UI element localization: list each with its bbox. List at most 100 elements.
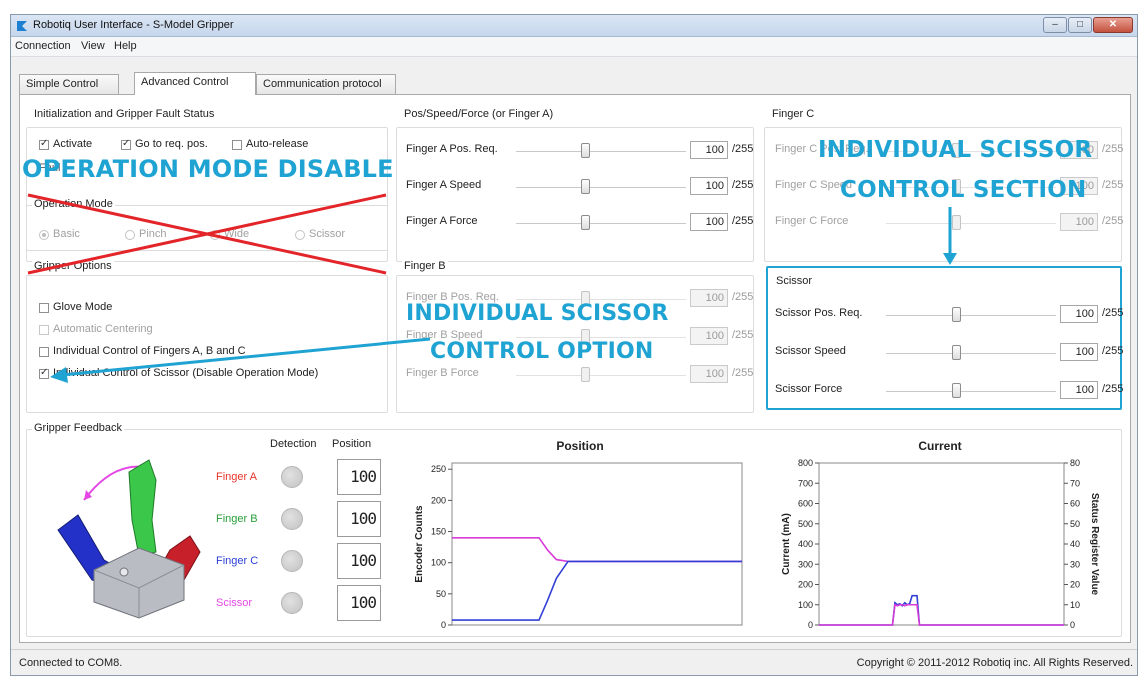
maximize-button[interactable]: □ (1068, 17, 1092, 33)
finger-a-speed-spinbox[interactable]: 100 (690, 177, 728, 195)
finger-a-pos-track (516, 151, 686, 152)
finger-a-force-track (516, 223, 686, 224)
finger-c-position-display: 100 (337, 543, 381, 579)
scissor-force-max: /255 (1102, 383, 1124, 395)
detection-column-header: Detection (270, 438, 317, 450)
menu-view[interactable]: View (81, 40, 105, 52)
current-chart-y2tick-label: 0 (1070, 620, 1075, 630)
finger-a-pos-max: /255 (732, 143, 754, 155)
current-chart-ytick-label: 100 (798, 600, 813, 610)
current-chart-ytick-label: 300 (798, 559, 813, 569)
scissor-position-display: 100 (337, 585, 381, 621)
finger-b-position-display: 100 (337, 501, 381, 537)
option-arrow-head (50, 367, 68, 383)
tab-simple-control[interactable]: Simple Control (19, 74, 119, 94)
current-chart-y2tick-label: 30 (1070, 559, 1080, 569)
section-arrow-head (943, 253, 957, 265)
finger-c-pos-max: /255 (1102, 143, 1124, 155)
finger-b-feedback-label: Finger B (216, 513, 258, 525)
palm-screw (119, 567, 129, 577)
scissor-pos-spinbox[interactable]: 100 (1060, 305, 1098, 323)
scissor-speed-track (886, 353, 1056, 354)
scissor-speed-slider[interactable] (952, 345, 961, 360)
current-chart-y2tick-label: 60 (1070, 499, 1080, 509)
position-chart-ytick-label: 0 (441, 620, 446, 630)
close-button[interactable]: ✕ (1093, 17, 1133, 33)
finger-a-force-slider[interactable] (581, 215, 590, 230)
current-chart: 0 100 200 300 400 500 600 700 800 0 10 20 30 40 50 60 70… (781, 458, 1100, 630)
app-window: Robotiq User Interface - S-Model Gripper… (10, 14, 1138, 676)
position-column-header: Position (332, 438, 372, 450)
tab-communication-protocol[interactable]: Communication protocol (256, 74, 396, 94)
current-chart-y2-axis-label: Status Register Value (1089, 493, 1100, 596)
scissor-section-annotation-line1: INDIVIDUAL SCISSOR (818, 137, 1093, 163)
scissor-pos-label: Scissor Pos. Req. (775, 307, 863, 319)
scissor-option-arrow (50, 337, 431, 383)
finger-b-pos-spinbox[interactable]: 100 (690, 289, 728, 307)
scissor-force-slider[interactable] (952, 383, 961, 398)
finger-a-pos-spinbox[interactable]: 100 (690, 141, 728, 159)
finger-c-speed-max: /255 (1102, 179, 1124, 191)
finger-a-speed-label: Finger A Speed (406, 179, 482, 191)
finger-b-force-max: /255 (732, 367, 754, 379)
scissor-pos-slider[interactable] (952, 307, 961, 322)
current-chart-ytick-label: 400 (798, 539, 813, 549)
current-chart-y2tick-label: 80 (1070, 458, 1080, 468)
current-chart-ytick-label: 0 (808, 620, 813, 630)
position-chart-plot-area (451, 462, 743, 626)
finger-a-position-display: 100 (337, 459, 381, 495)
finger-a-force-spinbox[interactable]: 100 (690, 213, 728, 231)
scissor-detection-led (281, 592, 303, 614)
finger-a-pos-slider[interactable] (581, 143, 590, 158)
finger-c-detection-led (281, 550, 303, 572)
menu-connection[interactable]: Connection (15, 40, 71, 52)
current-chart-y2tick-label: 20 (1070, 580, 1080, 590)
current-chart-y2tick-label: 50 (1070, 519, 1080, 529)
current-chart-ytick-label: 500 (798, 519, 813, 529)
position-chart-title: Position (556, 439, 604, 453)
scissor-speed-spinbox[interactable]: 100 (1060, 343, 1098, 361)
finger-a-speed-slider[interactable] (581, 179, 590, 194)
finger-a-force-max: /255 (732, 215, 754, 227)
finger-c-title: Finger C (770, 108, 817, 120)
finger-b-title: Finger B (402, 260, 448, 272)
scissor-force-spinbox[interactable]: 100 (1060, 381, 1098, 399)
finger-b-pos-track (516, 299, 686, 300)
finger-c-force-spinbox[interactable]: 100 (1060, 213, 1098, 231)
current-chart-plot-area (818, 462, 1065, 626)
menu-help[interactable]: Help (114, 40, 137, 52)
current-chart-y2tick-label: 40 (1070, 539, 1080, 549)
finger-b-pos-max: /255 (732, 291, 754, 303)
position-chart-ytick-label: 250 (431, 464, 446, 474)
gripper-feedback-title: Gripper Feedback (32, 422, 125, 434)
finger-c-feedback-label: Finger C (216, 555, 259, 567)
scissor-section-annotation-line2: CONTROL SECTION (840, 177, 1087, 203)
tab-advanced-control[interactable]: Advanced Control (134, 72, 256, 95)
finger-a-feedback-label: Finger A (216, 471, 257, 483)
finger-b-force-spinbox[interactable]: 100 (690, 365, 728, 383)
robotiq-logo-icon (17, 21, 27, 31)
position-chart-ytick-label: 50 (436, 589, 446, 599)
current-chart-ytick-label: 700 (798, 478, 813, 488)
position-chart: 0 50 100 150 200 250 Encoder Counts (414, 462, 743, 630)
finger-b-speed-spinbox[interactable]: 100 (690, 327, 728, 345)
scissor-force-label: Scissor Force (775, 383, 843, 395)
maximize-icon: □ (1076, 19, 1084, 30)
close-icon: ✕ (1108, 19, 1118, 30)
menu-bar: Connection View Help (11, 37, 1137, 57)
gripper-illustration (57, 459, 201, 619)
finger-b-force-slider[interactable] (581, 367, 590, 382)
option-arrow-shaft (61, 337, 431, 377)
window-title: Robotiq User Interface - S-Model Gripper (33, 19, 234, 31)
scissor-speed-label: Scissor Speed (775, 345, 846, 357)
position-chart-y-axis-label: Encoder Counts (414, 505, 425, 583)
scissor-force-track (886, 391, 1056, 392)
minimize-button[interactable]: – (1043, 17, 1067, 33)
finger-c-force-track (886, 223, 1056, 224)
current-chart-y2tick-label: 70 (1070, 478, 1080, 488)
finger-b-speed-track (516, 337, 686, 338)
finger-b-force-track (516, 375, 686, 376)
scissor-section-arrow (943, 207, 957, 265)
finger-a-speed-track (516, 187, 686, 188)
finger-a-detection-led (281, 466, 303, 488)
